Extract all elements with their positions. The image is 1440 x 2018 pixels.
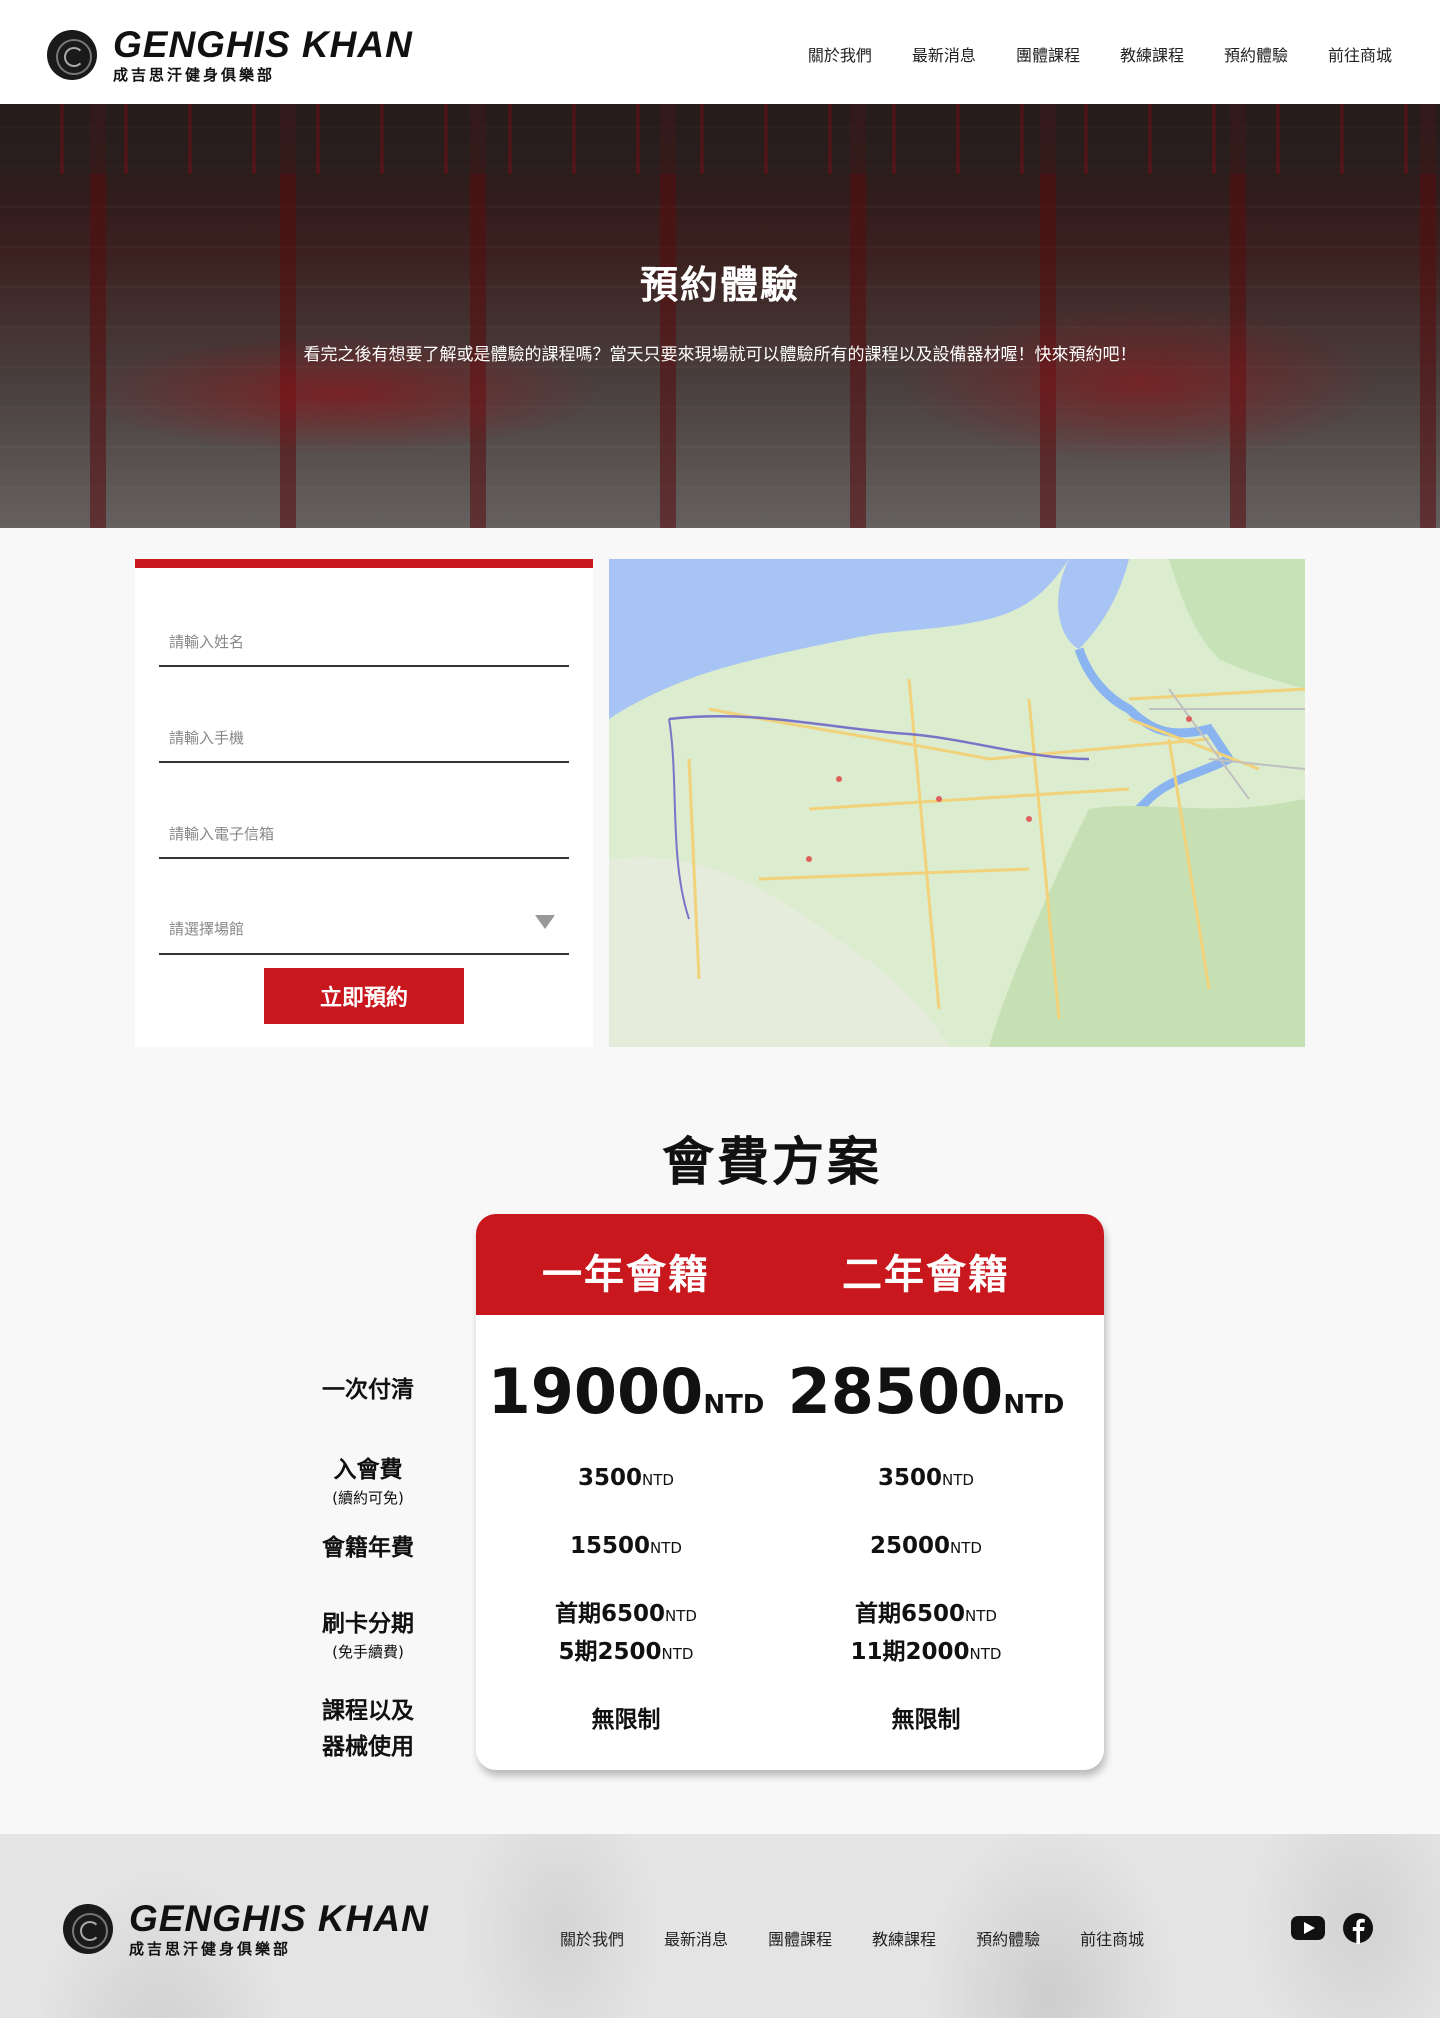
site-footer: GENGHIS KHAN 成吉思汗健身俱樂部 關於我們 最新消息 團體課程 教練…: [0, 1834, 1440, 2018]
venue-select-placeholder: 請選擇場館: [169, 920, 245, 938]
pricing-table: 一年會籍 二年會籍 19000NTD 28500NTD 3500NTD 3500…: [476, 1214, 1104, 1770]
nav-about[interactable]: 關於我們: [808, 42, 872, 66]
price-joining-1yr: 3500NTD: [578, 1465, 674, 1491]
youtube-icon[interactable]: [1290, 1910, 1326, 1946]
footer-brand-name-en: GENGHIS KHAN: [129, 1898, 429, 1939]
row-label-annual-fee: 會籍年費: [322, 1535, 414, 1561]
row-label-usage: 課程以及 器械使用: [322, 1698, 414, 1760]
hero-background-image: [0, 104, 1440, 174]
price-installment-2yr: 首期6500NTD 11期2000NTD: [850, 1601, 1002, 1665]
main-nav: 關於我們 最新消息 團體課程 教練課程 預約體驗 前往商城: [768, 42, 1392, 66]
site-header: GENGHIS KHAN 成吉思汗健身俱樂部 關於我們 最新消息 團體課程 教練…: [0, 0, 1440, 104]
facebook-icon[interactable]: [1340, 1910, 1376, 1946]
price-full-2yr: 28500NTD: [787, 1355, 1065, 1428]
nav-group-classes[interactable]: 團體課程: [1016, 42, 1080, 66]
footer-brand-name-zh: 成吉思汗健身俱樂部: [129, 1940, 292, 1958]
submit-booking-button[interactable]: 立即預約: [264, 968, 464, 1024]
hero-description: 看完之後有想要了解或是體驗的課程嗎？當天只要來現場就可以體驗所有的課程以及設備器…: [303, 345, 1137, 365]
footer-nav: 關於我們 最新消息 團體課程 教練課程 預約體驗 前往商城: [560, 1926, 1184, 1950]
logo-emblem-icon: [63, 1904, 113, 1954]
price-annual-2yr: 25000NTD: [870, 1533, 982, 1559]
brand-name-zh: 成吉思汗健身俱樂部: [113, 66, 276, 84]
row-label-installment: 刷卡分期 (免手續費): [322, 1611, 414, 1661]
footer-logo[interactable]: GENGHIS KHAN 成吉思汗健身俱樂部: [63, 1900, 429, 1958]
plan-name-1yr: 一年會籍: [542, 1252, 710, 1298]
footer-nav-shop[interactable]: 前往商城: [1080, 1926, 1144, 1950]
email-input[interactable]: [159, 825, 569, 843]
price-annual-1yr: 15500NTD: [570, 1533, 682, 1559]
name-input[interactable]: [159, 633, 569, 651]
nav-coach-classes[interactable]: 教練課程: [1120, 42, 1184, 66]
booking-form: 請選擇場館 立即預約: [135, 559, 593, 1047]
venue-select[interactable]: 請選擇場館: [159, 893, 569, 955]
price-installment-1yr: 首期6500NTD 5期2500NTD: [555, 1601, 697, 1665]
nav-booking[interactable]: 預約體驗: [1224, 42, 1288, 66]
footer-nav-booking[interactable]: 預約體驗: [976, 1926, 1040, 1950]
dropdown-caret-icon: [535, 915, 555, 929]
plan-name-2yr: 二年會籍: [842, 1252, 1010, 1298]
page-title: 預約體驗: [639, 263, 800, 307]
row-label-full-payment: 一次付清: [322, 1377, 414, 1403]
brand-name-en: GENGHIS KHAN: [113, 24, 413, 65]
nav-news[interactable]: 最新消息: [912, 42, 976, 66]
name-field-wrap: [159, 605, 569, 667]
logo-emblem-icon: [47, 30, 97, 80]
nav-shop[interactable]: 前往商城: [1328, 42, 1392, 66]
pricing-title: 會費方案: [661, 1133, 882, 1193]
footer-nav-news[interactable]: 最新消息: [664, 1926, 728, 1950]
phone-input[interactable]: [159, 729, 569, 747]
usage-2yr: 無限制: [891, 1707, 961, 1733]
brand-logo[interactable]: GENGHIS KHAN 成吉思汗健身俱樂部: [47, 26, 413, 84]
footer-nav-about[interactable]: 關於我們: [560, 1926, 624, 1950]
location-map[interactable]: [609, 559, 1305, 1047]
pricing-header: 一年會籍 二年會籍: [476, 1214, 1104, 1315]
map-image: [609, 559, 1305, 1047]
row-label-joining-fee: 入會費 (續約可免): [332, 1457, 404, 1507]
phone-field-wrap: [159, 701, 569, 763]
email-field-wrap: [159, 797, 569, 859]
usage-1yr: 無限制: [591, 1707, 661, 1733]
hero-banner: 預約體驗 看完之後有想要了解或是體驗的課程嗎？當天只要來現場就可以體驗所有的課程…: [0, 104, 1440, 528]
price-full-1yr: 19000NTD: [487, 1355, 765, 1428]
price-joining-2yr: 3500NTD: [878, 1465, 974, 1491]
footer-nav-coach-classes[interactable]: 教練課程: [872, 1926, 936, 1950]
footer-nav-group-classes[interactable]: 團體課程: [768, 1926, 832, 1950]
